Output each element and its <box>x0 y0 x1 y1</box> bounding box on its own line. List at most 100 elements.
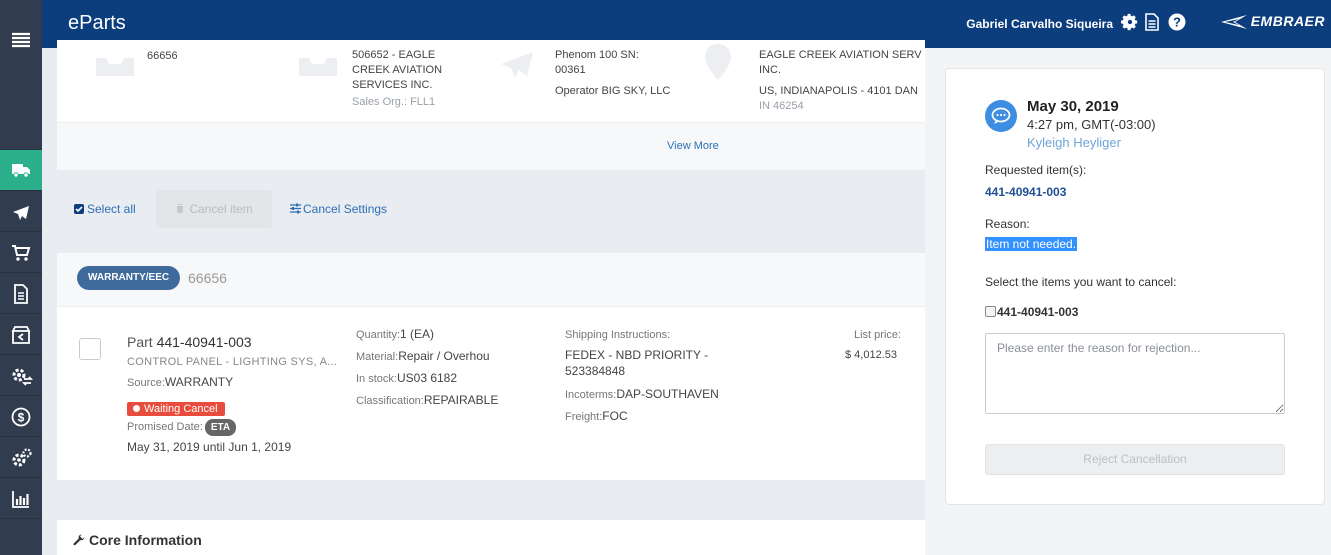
sidebar-item-exchange[interactable] <box>0 354 42 395</box>
core-information-card: Core Information <box>57 520 925 555</box>
sales-org: Sales Org.: FLL1 <box>352 96 436 108</box>
requester-name[interactable]: Kyleigh Heyliger <box>1027 135 1121 150</box>
customer-line1: 506652 - EAGLE <box>352 49 436 61</box>
aircraft-info: Phenom 100 SN: 00361 Operator BIG SKY, L… <box>555 48 670 99</box>
app-brand[interactable]: eParts <box>68 12 126 35</box>
stock-value: US03 6182 <box>396 371 458 385</box>
part-number[interactable]: 441-40941-003 <box>157 334 252 350</box>
classification-value: REPAIRABLE <box>423 393 499 407</box>
view-more-band <box>57 122 925 170</box>
shipping-label: Shipping Instructions: <box>565 329 671 341</box>
promised-date-row: Promised Date: ETA <box>127 419 237 436</box>
svg-text:?: ? <box>1173 15 1181 30</box>
document-icon[interactable] <box>1144 13 1164 33</box>
material-row: Material:Repair / Overhou <box>356 349 490 365</box>
gears-icon <box>12 448 32 467</box>
cancel-item-checkbox-label: 441-40941-003 <box>997 305 1079 319</box>
item-checkbox[interactable] <box>79 338 101 360</box>
freight-value: FOC <box>602 409 628 423</box>
order-info-card: 66656 506652 - EAGLE CREEK AVIATION SERV… <box>57 40 925 170</box>
part-description: CONTROL PANEL - LIGHTING SYS, A... <box>127 356 338 368</box>
request-date: May 30, 2019 <box>1027 98 1119 115</box>
cancel-settings-button[interactable]: Cancel Settings <box>290 202 387 216</box>
sidebar-item-reports[interactable] <box>0 477 42 518</box>
incoterms-value: DAP-SOUTHAVEN <box>616 387 719 401</box>
sidebar-item-documents[interactable] <box>0 272 42 313</box>
customer-info: 506652 - EAGLE CREEK AVIATION SERVICES I… <box>352 48 442 110</box>
quantity-row: Quantity:1 (EA) <box>356 327 434 343</box>
requested-item-link[interactable]: 441-40941-003 <box>985 185 1066 199</box>
status-label: Waiting Cancel <box>144 403 218 415</box>
quantity-label: Quantity: <box>356 329 401 341</box>
select-items-label: Select the items you want to cancel: <box>985 275 1177 289</box>
truck-icon <box>12 164 30 178</box>
classification-label: Classification: <box>356 395 424 407</box>
freight-label: Freight: <box>565 411 603 423</box>
freight-row: Freight:FOC <box>565 409 628 425</box>
dollar-icon: $ <box>11 407 31 427</box>
cancel-item-button[interactable]: Cancel item <box>156 190 272 228</box>
address-line4: IN 46254 <box>759 100 804 112</box>
source-label: Source: <box>127 377 165 389</box>
operator: Operator BIG SKY, LLC <box>555 85 671 97</box>
inbox-icon <box>96 58 134 76</box>
view-more-link[interactable]: View More <box>667 140 719 152</box>
wrench-icon <box>73 534 85 546</box>
core-title-label: Core Information <box>89 532 202 548</box>
order-number: 66656 <box>147 50 178 62</box>
list-price-value: $ 4,012.53 <box>845 349 897 361</box>
requested-items-label: Requested item(s): <box>985 163 1087 177</box>
reject-cancellation-button[interactable]: Reject Cancellation <box>985 444 1285 475</box>
embraer-logo: EMBRAER <box>1219 13 1325 30</box>
rejection-reason-textarea[interactable] <box>985 333 1285 414</box>
order-item-card: WARRANTY/EEC 66656 Part 441-40941-003 CO… <box>57 253 925 480</box>
document-icon <box>14 284 28 304</box>
material-label: Material: <box>356 351 399 363</box>
gear-icon[interactable] <box>1121 13 1141 33</box>
source-value: WARRANTY <box>164 375 234 389</box>
sidebar-item-shop[interactable] <box>0 231 42 272</box>
sidebar-item-returns[interactable] <box>0 313 42 354</box>
trash-icon <box>176 204 185 213</box>
chat-bubble-icon <box>985 100 1017 132</box>
address-info: EAGLE CREEK AVIATION SERV INC. US, INDIA… <box>759 48 922 114</box>
item-order-number: 66656 <box>188 270 227 286</box>
promised-label: Promised Date: <box>127 421 203 433</box>
checkbox-unchecked-icon <box>985 306 996 317</box>
request-time: 4:27 pm, GMT(-03:00) <box>1027 117 1156 132</box>
cancel-item-label: Cancel item <box>189 202 253 216</box>
address-line3: US, INDIANAPOLIS - 4101 DAN <box>759 85 918 97</box>
item-header: WARRANTY/EEC 66656 <box>57 253 925 307</box>
shipping-line2: 523384848 <box>565 364 626 378</box>
help-icon[interactable]: ? <box>1168 13 1188 33</box>
cancel-item-checkbox[interactable]: 441-40941-003 <box>985 305 1078 319</box>
stock-row: In stock:US03 6182 <box>356 371 457 387</box>
user-name[interactable]: Gabriel Carvalho Siqueira <box>966 17 1113 31</box>
cancel-request-card: May 30, 2019 4:27 pm, GMT(-03:00) Kyleig… <box>945 68 1325 505</box>
reason-text: Item not needed. <box>985 237 1078 251</box>
quantity-value: 1 (EA) <box>400 327 435 341</box>
select-all-label: Select all <box>87 202 136 216</box>
sidebar-item-fleet[interactable] <box>0 190 42 231</box>
sidebar-item-finance[interactable]: $ <box>0 395 42 436</box>
sidebar-item-logistics[interactable] <box>0 149 42 190</box>
aircraft-line1: Phenom 100 SN: <box>555 49 639 61</box>
sidebar-item-settings[interactable] <box>0 436 42 477</box>
status-badge: Waiting Cancel <box>127 402 225 416</box>
sidebar-divider <box>0 518 42 555</box>
classification-row: Classification:REPAIRABLE <box>356 393 498 409</box>
cancel-settings-label: Cancel Settings <box>303 202 388 216</box>
incoterms-row: Incoterms:DAP-SOUTHAVEN <box>565 387 719 403</box>
core-information-title[interactable]: Core Information <box>73 532 202 548</box>
select-all-checkbox[interactable]: Select all <box>74 202 136 216</box>
item-toolbar: Select all Cancel item Cancel Settings <box>57 188 925 232</box>
list-price-label: List price: <box>854 329 902 341</box>
hamburger-menu-icon[interactable] <box>0 22 42 58</box>
eta-badge: ETA <box>204 419 237 436</box>
material-value: Repair / Overhou <box>398 349 490 363</box>
part-title: Part 441-40941-003 <box>127 335 252 350</box>
return-box-icon <box>11 326 31 344</box>
checkbox-checked-icon <box>74 204 84 214</box>
shipping-line1: FEDEX - NBD PRIORITY - <box>565 348 709 362</box>
source-row: Source:WARRANTY <box>127 375 233 391</box>
